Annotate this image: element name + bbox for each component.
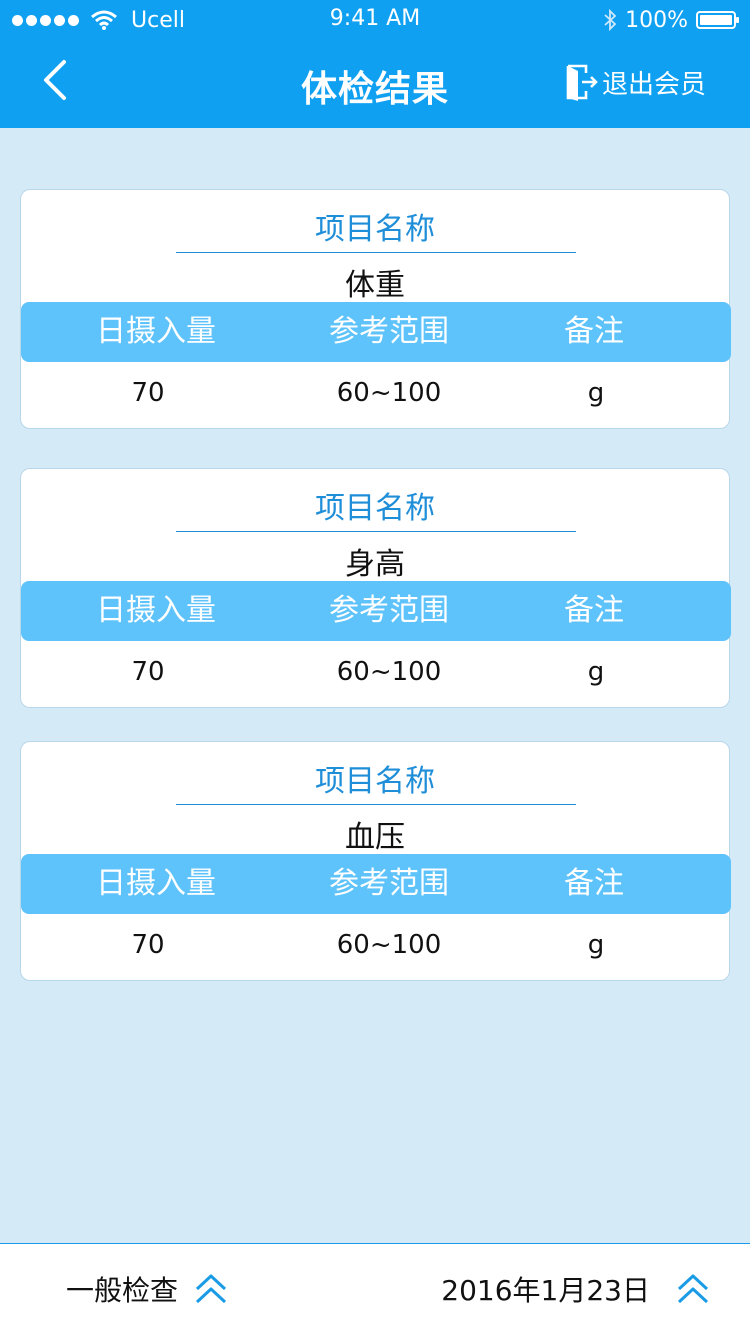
range-value: 60~100: [336, 930, 442, 960]
table-header-row: 日摄入量 参考范围 备注: [21, 302, 731, 362]
card-divider: [176, 804, 576, 805]
bottom-filter-bar: 一般检查 2016年1月23日: [0, 1243, 750, 1334]
exit-door-icon: [566, 64, 598, 101]
category-label: 一般检查: [66, 1274, 179, 1307]
double-chevron-up-icon: [677, 1274, 709, 1304]
table-row: 70 60~100 g: [21, 915, 731, 975]
range-value: 60~100: [336, 378, 442, 408]
card-title: 项目名称: [315, 212, 435, 247]
intake-value: 70: [131, 657, 165, 687]
item-name: 血压: [345, 820, 405, 855]
bluetooth-icon: [604, 9, 617, 31]
item-name: 身高: [345, 547, 405, 582]
column-header-intake: 日摄入量: [96, 314, 216, 349]
logout-button[interactable]: 退出会员: [564, 62, 706, 102]
app-header: Ucell 9:41 AM 100% 体检结果 退出会员: [0, 0, 750, 128]
intake-value: 70: [131, 378, 165, 408]
table-row: 70 60~100 g: [21, 642, 731, 702]
column-header-note: 备注: [564, 866, 624, 901]
card-divider: [176, 252, 576, 253]
intake-value: 70: [131, 930, 165, 960]
date-selector[interactable]: 2016年1月23日: [441, 1268, 710, 1310]
result-card: 项目名称 血压 日摄入量 参考范围 备注 70 60~100 g: [20, 741, 731, 981]
status-bar: Ucell 9:41 AM 100%: [0, 0, 750, 40]
column-header-note: 备注: [564, 593, 624, 628]
date-label: 2016年1月23日: [441, 1274, 650, 1307]
note-value: g: [587, 378, 605, 408]
column-header-range: 参考范围: [329, 866, 449, 901]
column-header-note: 备注: [564, 314, 624, 349]
range-value: 60~100: [336, 657, 442, 687]
battery-icon: [696, 11, 739, 29]
column-header-range: 参考范围: [329, 314, 449, 349]
card-title: 项目名称: [315, 491, 435, 526]
result-card: 项目名称 体重 日摄入量 参考范围 备注 70 60~100 g: [20, 189, 731, 429]
result-card: 项目名称 身高 日摄入量 参考范围 备注 70 60~100 g: [20, 468, 731, 708]
column-header-intake: 日摄入量: [96, 593, 216, 628]
card-divider: [176, 531, 576, 532]
double-chevron-up-icon: [195, 1274, 227, 1304]
item-name: 体重: [345, 268, 405, 303]
table-row: 70 60~100 g: [21, 363, 731, 423]
note-value: g: [587, 930, 605, 960]
category-selector[interactable]: 一般检查: [66, 1268, 228, 1310]
note-value: g: [587, 657, 605, 687]
column-header-range: 参考范围: [329, 593, 449, 628]
logout-label: 退出会员: [601, 69, 706, 100]
card-title: 项目名称: [315, 764, 435, 799]
status-right: 100%: [603, 6, 740, 34]
table-header-row: 日摄入量 参考范围 备注: [21, 854, 731, 914]
table-header-row: 日摄入量 参考范围 备注: [21, 581, 731, 641]
battery-percent: 100%: [625, 7, 688, 33]
column-header-intake: 日摄入量: [96, 866, 216, 901]
